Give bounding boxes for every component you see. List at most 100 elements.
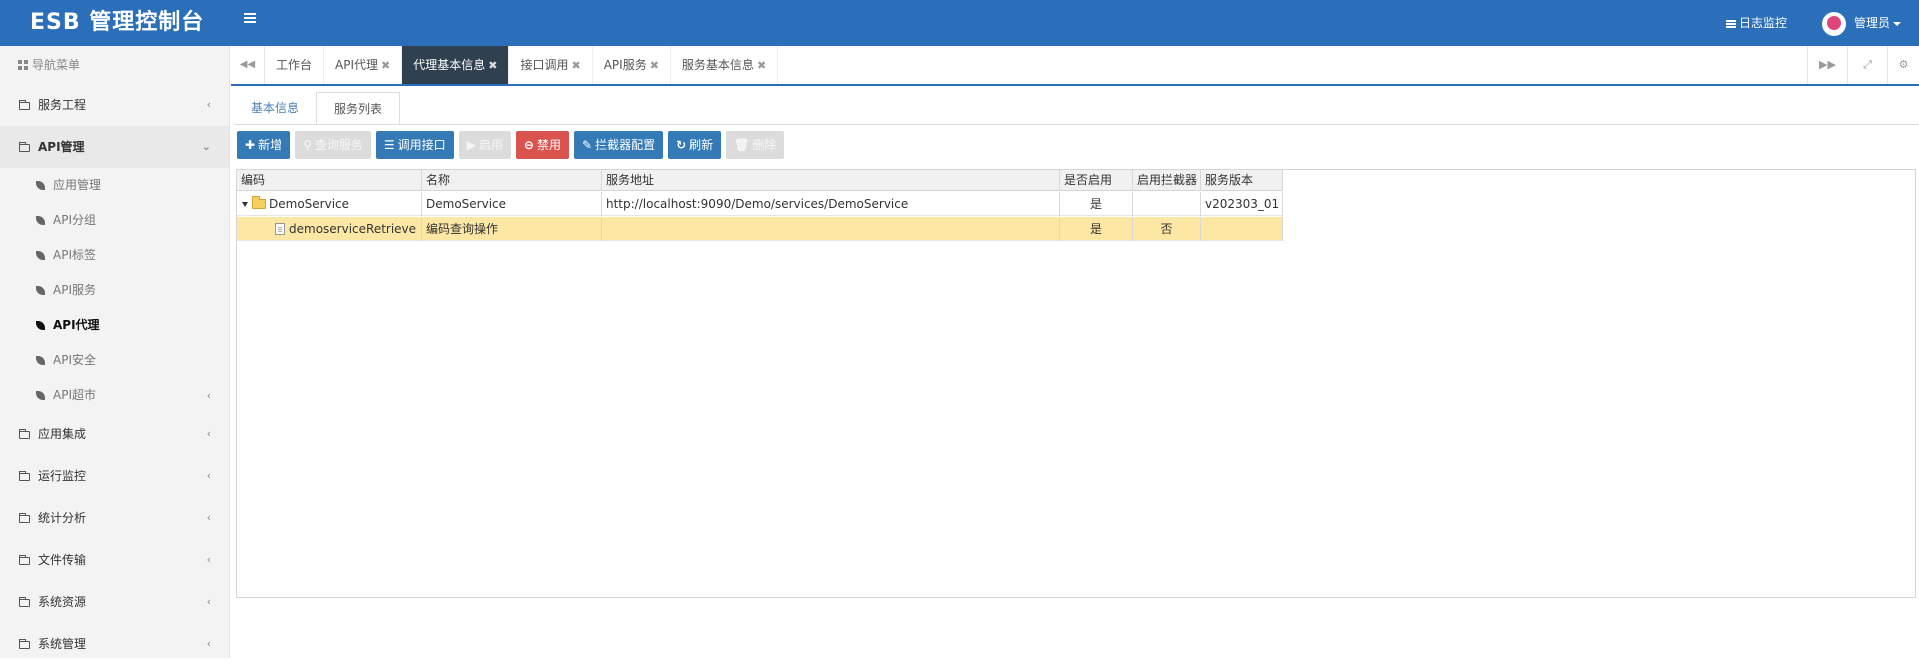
expand-icon[interactable]: [242, 202, 248, 207]
user-menu[interactable]: 管理员: [1822, 0, 1902, 46]
sidebar-item-system-management[interactable]: 系统管理 ‹: [0, 623, 229, 665]
delete-button[interactable]: 🗑 删除: [726, 131, 785, 159]
tab-label: API代理: [335, 58, 379, 72]
trash-icon: 🗑: [734, 138, 750, 152]
avatar: [1822, 11, 1846, 36]
sidebar-subitem-api-proxy[interactable]: API代理: [0, 308, 229, 343]
folder-icon: [19, 513, 30, 523]
button-label: 禁用: [536, 138, 561, 152]
menu-toggle-icon[interactable]: [244, 13, 256, 24]
sidebar-subitem-api-market[interactable]: API超市 ‹: [0, 378, 229, 413]
action-toolbar: ✚ 新增 ⚲ 查询服务 ☰ 调用接口 ▶ 启用 ⊖ 禁用 ✎ 拦截器配置 ↻ 刷新 🗑 删除: [237, 131, 789, 159]
sidebar-item-label: 统计分析: [38, 511, 87, 525]
tab-api-service[interactable]: API服务 ✖: [593, 46, 671, 84]
column-header-interceptor[interactable]: 启用拦截器: [1133, 170, 1201, 191]
tab-api-proxy[interactable]: API代理 ✖: [324, 46, 403, 84]
tab-service-list[interactable]: 服务列表: [316, 92, 401, 124]
sidebar-item-runtime-monitor[interactable]: 运行监控 ‹: [0, 455, 229, 497]
gear-icon[interactable]: ⚙: [1887, 46, 1919, 84]
folder-icon: [19, 429, 30, 439]
cell-version: [1201, 217, 1283, 241]
detail-tabs: 基本信息 服务列表: [234, 92, 401, 124]
nav-header: 导航菜单: [0, 46, 229, 84]
sidebar-subitem-api-group[interactable]: API分组: [0, 203, 229, 238]
sidebar-item-system-resources[interactable]: 系统资源 ‹: [0, 581, 229, 623]
cell-version: v202303_01: [1201, 192, 1283, 216]
cell-name: DemoService: [422, 192, 602, 216]
close-icon[interactable]: ✖: [757, 59, 766, 72]
call-interface-button[interactable]: ☰ 调用接口: [375, 131, 454, 159]
button-label: 调用接口: [397, 138, 446, 152]
chevron-left-icon: ‹: [206, 595, 211, 608]
leaf-icon: [36, 251, 45, 260]
folder-icon: [19, 555, 30, 565]
add-button[interactable]: ✚ 新增: [237, 131, 291, 159]
column-header-name[interactable]: 名称: [422, 170, 602, 191]
sidebar-subitem-api-security[interactable]: API安全: [0, 343, 229, 378]
cell-interceptor: 否: [1133, 217, 1201, 241]
subitem-label: API超市: [53, 388, 96, 402]
refresh-button[interactable]: ↻ 刷新: [668, 131, 722, 159]
column-header-enabled[interactable]: 是否启用: [1060, 170, 1133, 191]
cell-name: 编码查询操作: [422, 217, 602, 241]
sidebar-item-api-management[interactable]: API管理 ⌄: [0, 126, 229, 168]
close-icon[interactable]: ✖: [571, 59, 580, 72]
tab-interface-call[interactable]: 接口调用 ✖: [509, 46, 593, 84]
sidebar-item-file-transfer[interactable]: 文件传输 ‹: [0, 539, 229, 581]
plus-icon: ✚: [245, 138, 256, 152]
fullscreen-icon[interactable]: ⤢: [1847, 46, 1887, 84]
tabs-scroll-left-icon[interactable]: ◀◀: [231, 46, 265, 84]
button-label: 拦截器配置: [595, 138, 656, 152]
sidebar-subitem-api-service[interactable]: API服务: [0, 273, 229, 308]
sidebar-item-label: 服务工程: [38, 98, 87, 112]
leaf-icon: [36, 391, 45, 400]
folder-icon: [19, 597, 30, 607]
chevron-left-icon: ‹: [206, 511, 211, 524]
sidebar: 导航菜单 服务工程 ‹ API管理 ⌄ 应用管理 API分组 API标签 API…: [0, 46, 230, 658]
nav-header-label: 导航菜单: [32, 58, 81, 72]
table-row[interactable]: DemoService DemoService http://localhost…: [237, 192, 1283, 216]
column-header-code[interactable]: 编码: [237, 170, 422, 191]
cell-interceptor: [1133, 192, 1201, 216]
column-header-version[interactable]: 服务版本: [1201, 170, 1283, 191]
disable-button[interactable]: ⊖ 禁用: [515, 131, 569, 159]
close-icon[interactable]: ✖: [650, 59, 659, 72]
play-icon: ▶: [466, 138, 476, 152]
leaf-icon: [36, 356, 45, 365]
tab-basic-info[interactable]: 基本信息: [234, 92, 316, 124]
list-icon: [1726, 20, 1736, 28]
folder-icon: [252, 196, 266, 209]
sidebar-item-service-project[interactable]: 服务工程 ‹: [0, 84, 229, 126]
query-service-button[interactable]: ⚲ 查询服务: [295, 131, 371, 159]
table-row[interactable]: demoserviceRetrieve 编码查询操作 是 否: [237, 217, 1283, 241]
column-header-url[interactable]: 服务地址: [602, 170, 1060, 191]
subitem-label: 应用管理: [53, 178, 102, 192]
cell-enabled: 是: [1060, 192, 1133, 216]
log-monitor-link[interactable]: 日志监控: [1726, 0, 1787, 46]
enable-button[interactable]: ▶ 启用: [458, 131, 511, 159]
tabs-scroll-right-icon[interactable]: ▶▶: [1807, 46, 1847, 84]
cell-enabled: 是: [1060, 217, 1133, 241]
folder-icon: [19, 471, 30, 481]
log-monitor-label: 日志监控: [1739, 16, 1788, 30]
chevron-left-icon: ‹: [206, 553, 211, 566]
sidebar-item-statistics[interactable]: 统计分析 ‹: [0, 497, 229, 539]
sidebar-item-label: API管理: [38, 140, 85, 154]
leaf-icon: [36, 216, 45, 225]
tab-workbench[interactable]: 工作台: [265, 46, 325, 84]
sidebar-item-label: 系统管理: [38, 637, 87, 651]
close-icon[interactable]: ✖: [488, 59, 497, 72]
sidebar-item-app-integration[interactable]: 应用集成 ‹: [0, 413, 229, 455]
subitem-label: API代理: [53, 318, 100, 332]
button-label: 新增: [258, 138, 283, 152]
sidebar-subitem-app-management[interactable]: 应用管理: [0, 168, 229, 203]
button-label: 启用: [478, 138, 503, 152]
interceptor-config-button[interactable]: ✎ 拦截器配置: [574, 131, 664, 159]
close-icon[interactable]: ✖: [381, 59, 390, 72]
minus-circle-icon: ⊖: [523, 138, 534, 152]
sidebar-subitem-api-tag[interactable]: API标签: [0, 238, 229, 273]
tab-proxy-basic-info[interactable]: 代理基本信息 ✖: [402, 46, 510, 84]
tab-service-basic-info[interactable]: 服务基本信息 ✖: [671, 46, 779, 84]
chevron-left-icon: ‹: [206, 98, 211, 111]
folder-icon: [19, 639, 30, 649]
